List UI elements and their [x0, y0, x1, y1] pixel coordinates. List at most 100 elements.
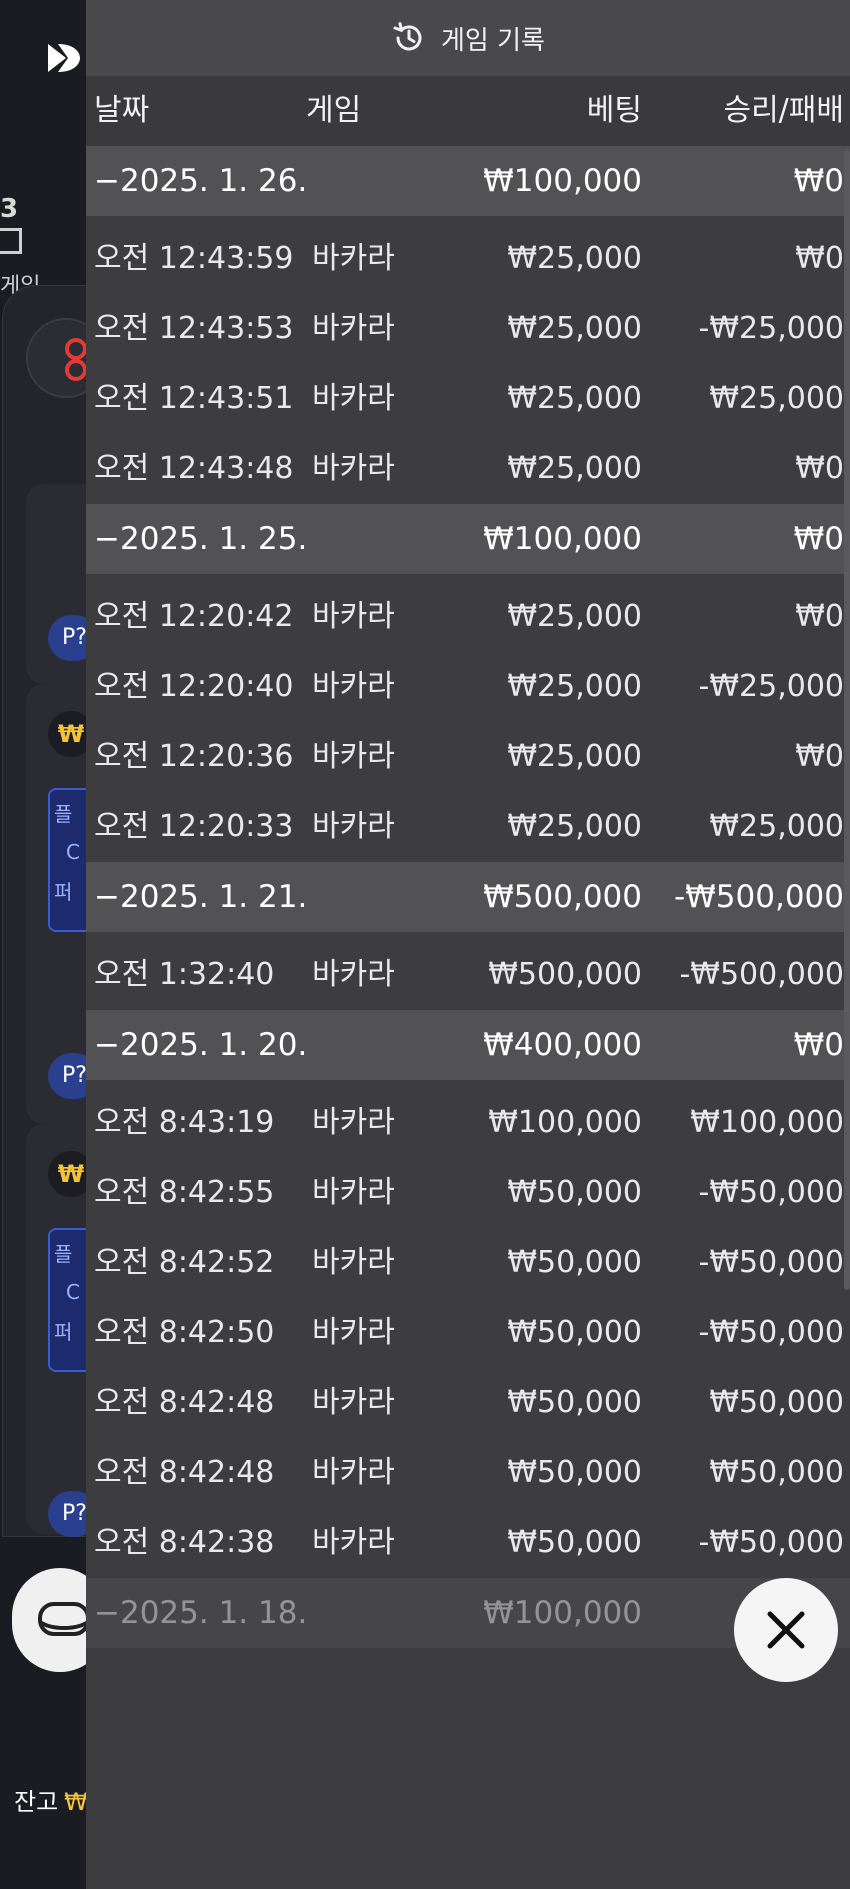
entry-bet: ₩25,000 — [507, 739, 642, 774]
group-total-bet: ₩100,000 — [483, 163, 642, 199]
entry-win-loss: -₩25,000 — [698, 669, 844, 704]
entry-win-loss: ₩0 — [795, 739, 844, 774]
history-entry-row[interactable]: 오전 12:43:51 바카라 ₩25,000 ₩25,000 — [86, 364, 850, 434]
column-win-loss: 승리/패배 — [723, 93, 844, 128]
close-icon — [767, 1611, 805, 1649]
logo-icon — [48, 44, 80, 72]
history-entry-row[interactable]: 오전 12:43:48 바카라 ₩25,000 ₩0 — [86, 434, 850, 504]
panel-title: 게임 기록 — [441, 25, 545, 56]
bg-won-icon: ₩ — [48, 1151, 90, 1197]
column-header: 날짜 게임 베팅 승리/패배 — [86, 76, 850, 146]
group-total-win: -₩500,000 — [673, 879, 844, 915]
game-history-panel: 게임 기록 날짜 게임 베팅 승리/패배 −2025. 1. 26. ₩100,0… — [86, 0, 850, 1889]
date-group-row[interactable]: −2025. 1. 20. ₩400,000 ₩0 — [86, 1010, 850, 1080]
bg-bracket-shape — [0, 228, 22, 254]
group-date: −2025. 1. 26. — [94, 163, 308, 199]
entry-game: 바카라 — [312, 599, 395, 634]
entry-bet: ₩500,000 — [488, 957, 642, 992]
entry-time: 오전 12:20:36 — [94, 739, 294, 774]
entry-game: 바카라 — [312, 739, 395, 774]
history-entry-row[interactable]: 오전 8:42:52 바카라 ₩50,000 -₩50,000 — [86, 1228, 850, 1298]
entry-time: 오전 8:42:48 — [94, 1385, 275, 1420]
entry-time: 오전 12:20:42 — [94, 599, 294, 634]
entry-bet: ₩25,000 — [507, 241, 642, 276]
bg-won-icon: ₩ — [48, 711, 90, 757]
group-total-bet: ₩500,000 — [483, 879, 642, 915]
date-group-row[interactable]: −2025. 1. 26. ₩100,000 ₩0 — [86, 146, 850, 216]
entry-game: 바카라 — [312, 1525, 395, 1560]
history-entry-row[interactable]: 오전 8:42:48 바카라 ₩50,000 ₩50,000 — [86, 1438, 850, 1508]
bg-p-badge: P? — [48, 1491, 90, 1537]
entry-time: 오전 8:42:52 — [94, 1245, 275, 1280]
entry-time: 오전 12:43:48 — [94, 451, 294, 486]
entry-bet: ₩50,000 — [507, 1455, 642, 1490]
entry-win-loss: -₩50,000 — [698, 1245, 844, 1280]
group-total-win: ₩0 — [793, 521, 844, 557]
chip-stack-icon — [38, 1602, 90, 1636]
entry-bet: ₩25,000 — [507, 451, 642, 486]
entry-win-loss: ₩25,000 — [709, 809, 844, 844]
group-total-bet: ₩100,000 — [483, 521, 642, 557]
entry-win-loss: ₩50,000 — [709, 1385, 844, 1420]
entry-time: 오전 8:42:50 — [94, 1315, 275, 1350]
entry-game: 바카라 — [312, 1455, 395, 1490]
history-entry-row[interactable]: 오전 8:42:38 바카라 ₩50,000 -₩50,000 — [86, 1508, 850, 1578]
entry-win-loss: -₩25,000 — [698, 311, 844, 346]
entry-win-loss: -₩50,000 — [698, 1525, 844, 1560]
bg-blue-box: 플 C 퍼 — [48, 788, 90, 932]
entry-time: 오전 12:43:59 — [94, 241, 294, 276]
entry-bet: ₩50,000 — [507, 1385, 642, 1420]
title-bar: 게임 기록 — [86, 0, 850, 76]
background-game: 3 게임 P? ₩ 플 C 퍼 P? ₩ 플 C 퍼 P? 잔고 ₩ — [0, 0, 90, 1889]
history-entry-row[interactable]: 오전 12:20:33 바카라 ₩25,000 ₩25,000 — [86, 792, 850, 862]
scrollbar[interactable] — [844, 150, 850, 1290]
bg-number-label: 3 — [0, 194, 19, 224]
history-entry-row[interactable]: 오전 8:42:55 바카라 ₩50,000 -₩50,000 — [86, 1158, 850, 1228]
history-entry-row[interactable]: 오전 1:32:40 바카라 ₩500,000 -₩500,000 — [86, 940, 850, 1010]
history-entry-row[interactable]: 오전 8:42:48 바카라 ₩50,000 ₩50,000 — [86, 1368, 850, 1438]
entry-win-loss: -₩500,000 — [679, 957, 844, 992]
entry-game: 바카라 — [312, 669, 395, 704]
entry-win-loss: ₩0 — [795, 599, 844, 634]
entry-bet: ₩50,000 — [507, 1315, 642, 1350]
entry-win-loss: ₩50,000 — [709, 1455, 844, 1490]
history-entry-row[interactable]: 오전 12:43:59 바카라 ₩25,000 ₩0 — [86, 224, 850, 294]
history-clock-icon — [393, 22, 422, 51]
history-entry-row[interactable]: 오전 12:43:53 바카라 ₩25,000 -₩25,000 — [86, 294, 850, 364]
history-entry-row[interactable]: 오전 8:42:50 바카라 ₩50,000 -₩50,000 — [86, 1298, 850, 1368]
entry-bet: ₩25,000 — [507, 599, 642, 634]
bg-balance-label: 잔고 — [14, 1788, 59, 1816]
group-date: −2025. 1. 18. — [94, 1595, 308, 1631]
history-entry-row[interactable]: 오전 12:20:36 바카라 ₩25,000 ₩0 — [86, 722, 850, 792]
entry-win-loss: ₩100,000 — [690, 1105, 844, 1140]
history-entry-row[interactable]: 오전 12:20:42 바카라 ₩25,000 ₩0 — [86, 582, 850, 652]
entry-time: 오전 12:20:33 — [94, 809, 294, 844]
entry-game: 바카라 — [312, 241, 395, 276]
entry-time: 오전 1:32:40 — [94, 957, 275, 992]
group-date: −2025. 1. 20. — [94, 1027, 308, 1063]
entry-bet: ₩25,000 — [507, 381, 642, 416]
group-date: −2025. 1. 25. — [94, 521, 308, 557]
entry-win-loss: ₩0 — [795, 241, 844, 276]
entry-game: 바카라 — [312, 1105, 395, 1140]
history-entry-row[interactable]: 오전 8:43:19 바카라 ₩100,000 ₩100,000 — [86, 1088, 850, 1158]
entry-game: 바카라 — [312, 451, 395, 486]
entry-game: 바카라 — [312, 1385, 395, 1420]
bg-chip-button — [12, 1568, 90, 1672]
group-total-bet: ₩400,000 — [483, 1027, 642, 1063]
close-button[interactable] — [734, 1578, 838, 1682]
column-date: 날짜 — [94, 93, 150, 128]
history-entry-row[interactable]: 오전 12:20:40 바카라 ₩25,000 -₩25,000 — [86, 652, 850, 722]
date-group-row[interactable]: −2025. 1. 21. ₩500,000 -₩500,000 — [86, 862, 850, 932]
entry-game: 바카라 — [312, 1245, 395, 1280]
date-group-row[interactable]: −2025. 1. 25. ₩100,000 ₩0 — [86, 504, 850, 574]
entry-time: 오전 8:42:38 — [94, 1525, 275, 1560]
history-list[interactable]: −2025. 1. 26. ₩100,000 ₩0 오전 12:43:59 바카라 ₩25… — [86, 146, 850, 1648]
entry-time: 오전 12:43:53 — [94, 311, 294, 346]
entry-time: 오전 8:42:55 — [94, 1175, 275, 1210]
entry-bet: ₩50,000 — [507, 1175, 642, 1210]
bg-blue-box: 플 C 퍼 — [48, 1228, 90, 1372]
